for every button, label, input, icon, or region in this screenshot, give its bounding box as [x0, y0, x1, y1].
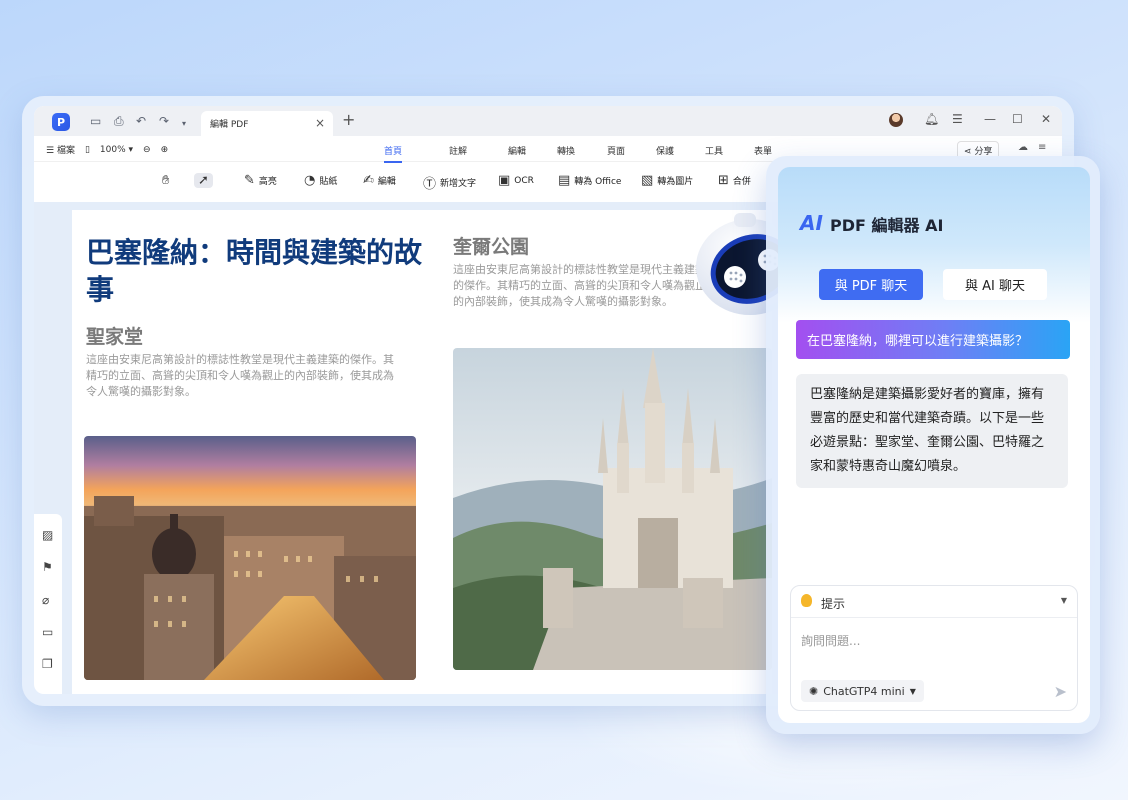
- ai-panel-title: PDF 編輯器 AI: [830, 216, 944, 235]
- tab-page[interactable]: 頁面: [607, 144, 625, 157]
- sticker-button[interactable]: ◔ 貼紙: [304, 173, 337, 188]
- merge-icon: ⊞: [718, 173, 729, 188]
- to-office-button[interactable]: ▤ 轉為 Office: [558, 173, 621, 188]
- to-image-button[interactable]: ▧ 轉為圖片: [641, 173, 693, 188]
- highlight-label: 高亮: [258, 177, 277, 187]
- maximize-icon[interactable]: ☐: [1012, 112, 1023, 126]
- tab-home[interactable]: 首頁: [384, 144, 403, 163]
- select-tool-button[interactable]: ➚: [194, 173, 213, 188]
- ai-assistant-panel: AI PDF 編輯器 AI 與 PDF 聊天 與 AI 聊天 在巴塞隆納，哪裡可…: [778, 167, 1090, 723]
- app-logo-icon[interactable]: P: [52, 113, 70, 131]
- thumbnail-icon[interactable]: ▨: [42, 528, 53, 542]
- chat-with-ai-button[interactable]: 與 AI 聊天: [943, 269, 1047, 300]
- prompt-label: 提示: [821, 597, 846, 611]
- model-chevron-icon: ▼: [909, 686, 916, 696]
- edit-label: 編輯: [377, 177, 396, 187]
- close-window-icon[interactable]: ✕: [1041, 112, 1051, 126]
- user-avatar[interactable]: [889, 113, 903, 127]
- add-text-icon: Ⓣ: [423, 177, 437, 192]
- cursor-icon: ➚: [198, 173, 209, 188]
- model-name: ChatGTP4 mini: [823, 684, 905, 698]
- section-heading-park-guell: 奎爾公園: [453, 236, 530, 258]
- tab-protect[interactable]: 保護: [656, 144, 674, 157]
- chat-with-pdf-button[interactable]: 與 PDF 聊天: [819, 269, 923, 300]
- bookmark-icon[interactable]: ⚑: [42, 560, 53, 574]
- section-heading-sagrada-familia: 聖家堂: [86, 326, 144, 348]
- sticker-label: 貼紙: [319, 177, 338, 187]
- model-select[interactable]: ✺ ChatGTP4 mini ▼: [801, 680, 924, 702]
- tab-edit[interactable]: 編輯: [508, 144, 526, 157]
- ocr-icon: ▣: [498, 173, 511, 188]
- city-photo: [84, 436, 416, 680]
- left-sidebar-rail: ▨ ⚑ ⌀ ▭ ❐: [34, 514, 62, 694]
- merge-button[interactable]: ⊞ 合併: [718, 173, 751, 188]
- hand-icon: ✋︎: [162, 173, 170, 188]
- chat-input-box: 提示 ▼ 詢問問題... ✺ ChatGTP4 mini ▼ ➤: [790, 585, 1078, 711]
- ask-question-input[interactable]: 詢問問題...: [801, 632, 860, 649]
- tab-tools[interactable]: 工具: [705, 144, 723, 157]
- edit-icon: ✍: [363, 173, 374, 188]
- sticker-icon: ◔: [304, 173, 316, 188]
- document-title: 巴塞隆納：時間與建築的故事: [86, 236, 423, 306]
- zoom-out-icon[interactable]: ⊖: [143, 145, 151, 155]
- save-icon[interactable]: ▭: [90, 113, 101, 129]
- highlight-icon: ✎: [244, 173, 255, 188]
- chevron-down-icon: ▼: [1060, 596, 1067, 605]
- ai-answer-bubble: 巴塞隆納是建築攝影愛好者的寶庫，擁有豐富的歷史和當代建築奇蹟。以下是一些必遊景點…: [796, 374, 1068, 488]
- ai-logo-icon: AI: [800, 211, 823, 235]
- cathedral-photo: [453, 348, 772, 670]
- section-body-sagrada-familia: 這座由安東尼高第設計的標誌性教堂是現代主義建築的傑作。其精巧的立面、高聳的尖頂和…: [86, 353, 394, 398]
- zoom-level: 100%: [99, 144, 126, 155]
- send-icon[interactable]: ➤: [1054, 682, 1067, 701]
- highlight-button[interactable]: ✎ 高亮: [244, 173, 277, 188]
- print-icon[interactable]: ⎙: [114, 113, 124, 129]
- add-text-label: 新增文字: [440, 179, 477, 189]
- file-menu[interactable]: ☰ 檔案: [46, 143, 75, 156]
- undo-icon[interactable]: ↶: [136, 113, 146, 129]
- to-office-label: 轉為 Office: [574, 177, 622, 187]
- lightbulb-icon: [801, 594, 812, 607]
- file-menu-label: 檔案: [56, 146, 75, 156]
- city-photo-graphic: [84, 436, 416, 680]
- to-image-label: 轉為圖片: [657, 177, 694, 187]
- menu-icon[interactable]: ☰: [952, 112, 963, 126]
- hand-tool-button[interactable]: ✋︎: [162, 173, 169, 188]
- merge-label: 合併: [732, 177, 751, 187]
- ocr-label: OCR: [514, 175, 534, 186]
- to-image-icon: ▧: [641, 173, 654, 188]
- quick-access-dropdown-icon[interactable]: ▾: [182, 116, 186, 132]
- add-text-button[interactable]: Ⓣ 新增文字: [423, 173, 476, 192]
- user-question-bubble: 在巴塞隆納，哪裡可以進行建築攝影？: [796, 320, 1070, 359]
- tab-comment[interactable]: 註解: [449, 144, 467, 157]
- document-tab[interactable]: 編輯 PDF ×: [201, 111, 333, 136]
- attachment-icon[interactable]: ⌀: [42, 593, 49, 607]
- title-tab-bar: P ▭ ⎙ ↶ ↷ ▾ 編輯 PDF × + 🔔︎ ☰ — ☐ ✕: [34, 106, 1062, 136]
- openai-icon: ✺: [809, 684, 819, 698]
- new-tab-button[interactable]: +: [342, 110, 355, 129]
- more-options-icon[interactable]: ≡: [1038, 142, 1046, 153]
- zoom-in-icon[interactable]: ⊕: [161, 145, 169, 155]
- comment-icon[interactable]: ▭: [42, 625, 53, 639]
- section-body-park-guell: 這座由安東尼高第設計的標誌性教堂是現代主義建築的傑作。其精巧的立面、高聳的尖頂和…: [453, 263, 706, 308]
- to-office-icon: ▤: [558, 173, 571, 188]
- document-tab-title: 編輯 PDF: [210, 120, 249, 130]
- tab-convert[interactable]: 轉換: [557, 144, 575, 157]
- cathedral-photo-graphic: [453, 348, 772, 670]
- zoom-select[interactable]: 100% ▾: [100, 145, 133, 155]
- cloud-icon[interactable]: ☁: [1018, 142, 1028, 153]
- redo-icon[interactable]: ↷: [159, 113, 169, 129]
- close-tab-icon[interactable]: ×: [315, 116, 325, 130]
- layers-icon[interactable]: ❐: [42, 657, 53, 671]
- prompt-selector[interactable]: 提示 ▼: [791, 586, 1077, 618]
- tab-form[interactable]: 表單: [754, 144, 772, 157]
- notification-bell-icon[interactable]: 🔔︎: [924, 112, 939, 126]
- page-view-icon[interactable]: ▯: [85, 145, 90, 155]
- pdf-page[interactable]: 巴塞隆納：時間與建築的故事 聖家堂 這座由安東尼高第設計的標誌性教堂是現代主義建…: [72, 210, 772, 694]
- minimize-icon[interactable]: —: [984, 112, 996, 126]
- ocr-button[interactable]: ▣ OCR: [498, 173, 534, 188]
- edit-button[interactable]: ✍ 編輯: [363, 173, 396, 188]
- menu-left-group: ☰ 檔案 ▯ 100% ▾ ⊖ ⊕: [46, 143, 169, 157]
